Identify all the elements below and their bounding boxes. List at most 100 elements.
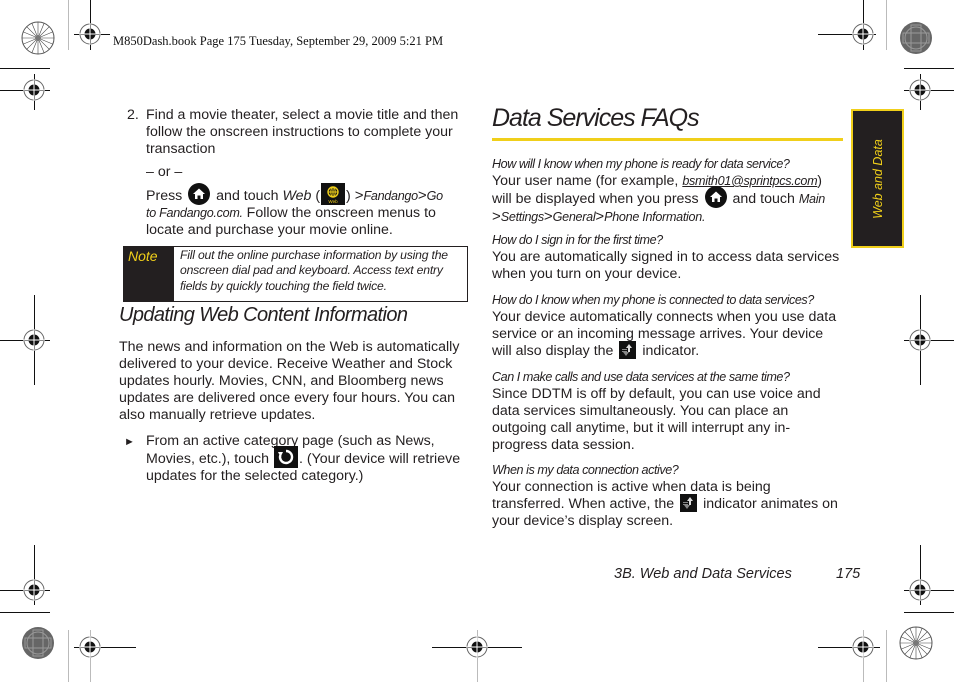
- faq-question: How do I know when my phone is connected…: [492, 293, 814, 307]
- registration-mark-icon: [79, 636, 101, 658]
- faq-question: How do I sign in for the first time?: [492, 233, 663, 247]
- page-number: 175: [836, 566, 861, 582]
- step-line: transaction: [146, 141, 216, 157]
- faq-answer-text: will be displayed when you press: [492, 190, 699, 207]
- fandango-link-label: to Fandango.com.: [146, 206, 243, 221]
- web-menu-label: Web: [282, 188, 312, 204]
- follow-text: Follow the onscreen menus to: [242, 205, 436, 222]
- paragraph-line: The news and information on the Web is a…: [119, 339, 460, 355]
- settings-menu-label: Settings: [500, 210, 544, 224]
- bullet-marker-icon: ►: [124, 436, 135, 448]
- press-text: Press: [146, 188, 183, 204]
- note-box: Note Fill out the online purchase inform…: [123, 246, 468, 302]
- note-line: Fill out the online purchase information…: [180, 248, 448, 262]
- phone-info-menu-label: Phone Information.: [604, 210, 706, 224]
- registration-mark-icon: [909, 329, 931, 351]
- bullet-text: Movies, etc.), touch: [146, 450, 270, 467]
- go-label: Go: [426, 189, 444, 203]
- step-alt-line: Press and touch Web ( Web ) >Fandango>Go: [146, 183, 458, 206]
- step-number: 2.: [127, 107, 139, 123]
- example-email-link[interactable]: bsmith01@sprintpcs.com: [682, 174, 817, 188]
- gt-sep: >: [417, 187, 427, 204]
- faq-answer-line: progress data session.: [492, 437, 635, 453]
- faq-answer-text: and touch: [732, 190, 795, 207]
- or-separator: – or –: [146, 164, 183, 180]
- faq-answer-text: Your user name (for example,: [492, 173, 683, 189]
- registration-mark-icon: [79, 23, 101, 45]
- faq-item: How will I know when my phone is ready f…: [492, 156, 825, 226]
- paragraph-line: updates are delivered once every four ho…: [119, 390, 455, 406]
- faq-answer-text: indicator.: [642, 343, 700, 359]
- bullet-item: From an active category page (such as Ne…: [146, 433, 460, 485]
- faq-item: Can I make calls and use data services a…: [492, 369, 821, 454]
- step-line: Find a movie theater, select a movie tit…: [146, 107, 459, 123]
- faq-answer-line: You are automatically signed in to acces…: [492, 249, 840, 265]
- gt-sep: >: [595, 208, 605, 225]
- faq-answer-line: outgoing call anytime, but it will inter…: [492, 420, 791, 436]
- faq-answer-text: ): [817, 173, 823, 189]
- paragraph-line: delivered to your device. Receive Weathe…: [119, 356, 453, 372]
- registration-mark-icon: [23, 329, 45, 351]
- faq-question: How will I know when my phone is ready f…: [492, 157, 790, 171]
- section-paragraph: The news and information on the Web is a…: [119, 339, 459, 424]
- note-line: fields by quickly touching the field twi…: [180, 278, 387, 293]
- and-touch-text: and touch: [216, 188, 279, 204]
- faq-answer-line: data services simultaneously. You can pl…: [492, 403, 789, 419]
- faq-answer-line: Your connection is active when data is b…: [492, 479, 771, 495]
- paragraph-line: also manually retrieve updates.: [119, 407, 316, 423]
- color-rosette-icon: [900, 22, 932, 54]
- faq-answer-line: your device’s display screen.: [492, 513, 674, 529]
- paren: ): [346, 188, 355, 204]
- faq-question: Can I make calls and use data services a…: [492, 370, 790, 384]
- chapter-side-tab: Web and Data: [851, 109, 904, 248]
- main-menu-label: Main: [798, 191, 825, 206]
- footer-section-title: 3B. Web and Data Services: [614, 566, 792, 582]
- home-key-icon: [704, 186, 727, 208]
- bullet-text: . (Your device will retrieve: [298, 450, 461, 467]
- faq-item: When is my data connection active? Your …: [492, 462, 838, 530]
- color-rosette-icon: [21, 21, 55, 55]
- faq-answer-line: Your device automatically connects when …: [492, 309, 837, 325]
- color-rosette-icon: [22, 627, 54, 659]
- registration-mark-icon: [466, 636, 488, 658]
- data-indicator-icon: [680, 493, 698, 512]
- print-slug: M850Dash.book Page 175 Tuesday, Septembe…: [113, 34, 444, 48]
- registration-mark-icon: [852, 23, 874, 45]
- faq-answer-text: indicator animates on: [703, 496, 838, 512]
- general-menu-label: General: [552, 210, 596, 224]
- note-line: onscreen dial pad and keyboard. Access t…: [180, 263, 443, 278]
- faq-answer-line: when you turn on your device.: [492, 266, 682, 282]
- registration-mark-icon: [23, 579, 45, 601]
- paren: (: [311, 188, 321, 204]
- gt-sep: >: [543, 208, 553, 225]
- faq-answer-text: transferred. When active, the: [492, 496, 675, 512]
- registration-mark-icon: [852, 636, 874, 658]
- title-rule: [492, 138, 843, 141]
- refresh-icon: [273, 446, 298, 468]
- color-rosette-icon: [899, 626, 933, 660]
- data-indicator-icon: [619, 340, 637, 359]
- note-text: Fill out the online purchase information…: [174, 247, 467, 301]
- note-label: Note: [124, 247, 174, 301]
- registration-mark-icon: [23, 79, 45, 101]
- step-line: locate and purchase your movie online.: [146, 222, 393, 239]
- gt-sep: >: [492, 208, 501, 225]
- bullet-line: From an active category page (such as Ne…: [146, 433, 435, 449]
- fandango-label: Fandango: [363, 189, 418, 203]
- home-key-icon: [188, 183, 211, 206]
- side-tab-label: Web and Data: [870, 138, 885, 219]
- section-heading: Updating Web Content Information: [119, 304, 408, 326]
- svg-text:Web: Web: [328, 199, 338, 204]
- registration-mark-icon: [909, 79, 931, 101]
- faq-answer-line: Since DDTM is off by default, you can us…: [492, 386, 821, 402]
- faq-item: How do I know when my phone is connected…: [492, 292, 836, 360]
- bullet-line: updates for the selected category.): [146, 468, 364, 484]
- registration-mark-icon: [909, 579, 931, 601]
- step-2: Find a movie theater, select a movie tit…: [146, 107, 458, 239]
- faq-answer-line: service or an incoming message arrives. …: [492, 326, 824, 342]
- paragraph-line: updates hourly. Movies, CNN, and Bloombe…: [119, 373, 444, 389]
- faq-question: When is my data connection active?: [492, 463, 679, 477]
- page-title: Data Services FAQs: [492, 104, 700, 132]
- faq-item: How do I sign in for the first time? You…: [492, 232, 839, 283]
- step-line: follow the onscreen instructions to comp…: [146, 124, 453, 140]
